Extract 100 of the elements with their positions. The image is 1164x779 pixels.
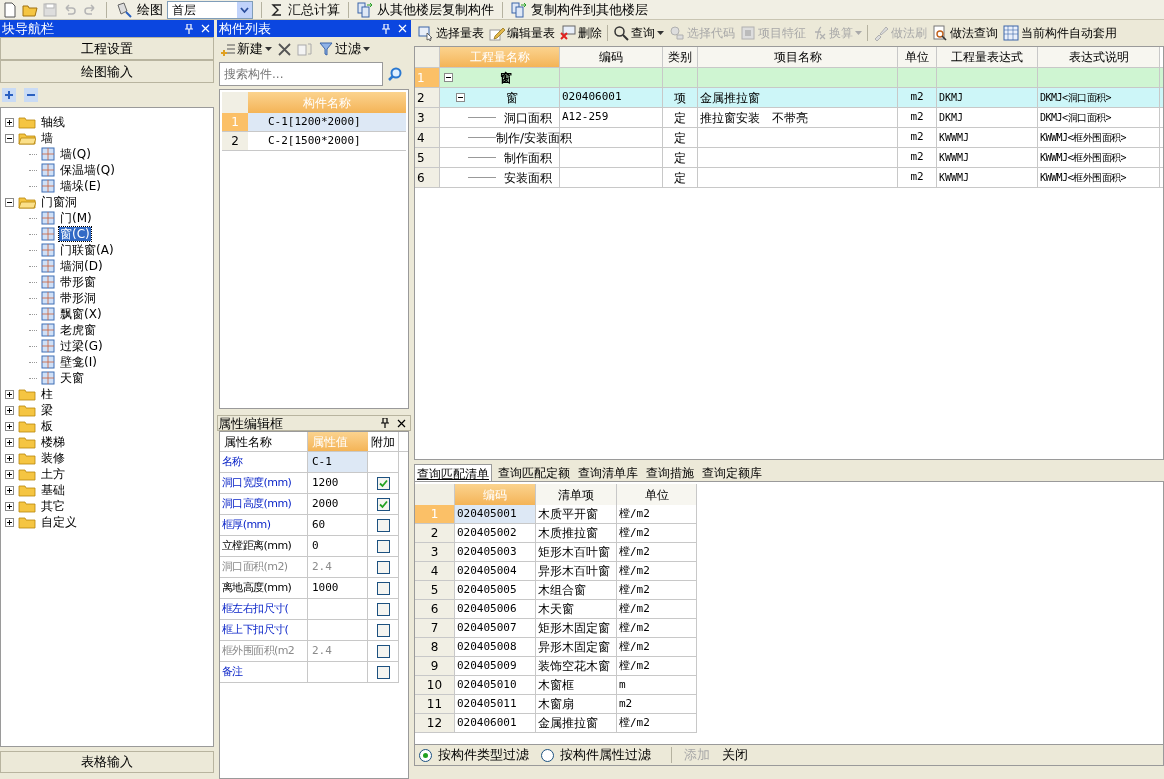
- tree-item[interactable]: 楼梯: [40, 435, 66, 449]
- property-value[interactable]: C-1: [308, 452, 368, 472]
- toolbar-button[interactable]: 选择量表: [418, 24, 484, 42]
- filter-radio[interactable]: 按构件属性过滤: [541, 745, 651, 765]
- section-button[interactable]: 工程设置: [0, 37, 214, 60]
- checkbox[interactable]: [376, 581, 390, 595]
- delete-icon[interactable]: [278, 42, 291, 56]
- tree-item[interactable]: 轴线: [40, 115, 66, 129]
- code-cell: 020405005: [455, 581, 536, 599]
- floor-select[interactable]: 首层: [167, 0, 253, 19]
- draw-button[interactable]: 绘图: [115, 0, 163, 20]
- radio-button[interactable]: [541, 748, 554, 762]
- section-button[interactable]: 绘图输入: [0, 60, 214, 83]
- expand-toggle[interactable]: [5, 421, 14, 431]
- collapse-toggle[interactable]: [5, 197, 14, 207]
- type-cell: 定: [663, 148, 698, 167]
- tree-item[interactable]: 柱: [40, 387, 54, 401]
- tree-item[interactable]: 墙洞(D): [59, 259, 104, 273]
- tree-item[interactable]: 梁: [40, 403, 54, 417]
- collapse-toggle[interactable]: [5, 133, 14, 143]
- search-icon[interactable]: [387, 66, 403, 82]
- tree-item[interactable]: 过梁(G): [59, 339, 104, 353]
- section-button[interactable]: 表格输入: [0, 751, 214, 773]
- property-value[interactable]: 1000: [308, 578, 368, 598]
- expand-toggle[interactable]: [5, 453, 14, 463]
- expand-toggle[interactable]: [5, 469, 14, 479]
- property-value[interactable]: 2000: [308, 494, 368, 514]
- tree-item[interactable]: 墙(Q): [59, 147, 92, 161]
- collapse-all-icon[interactable]: [24, 88, 38, 102]
- tab[interactable]: 查询清单库: [576, 464, 640, 481]
- checkbox[interactable]: [376, 476, 390, 490]
- expand-toggle[interactable]: [5, 517, 14, 527]
- tree-item[interactable]: 壁龛(I): [59, 355, 98, 369]
- tab[interactable]: 查询匹配定额: [496, 464, 572, 481]
- expand-toggle[interactable]: [5, 501, 14, 511]
- tree-item[interactable]: 板: [40, 419, 54, 433]
- tab[interactable]: 查询措施: [644, 464, 696, 481]
- tree-item[interactable]: 墙垛(E): [59, 179, 102, 193]
- checkbox[interactable]: [376, 539, 390, 553]
- toolbar-button[interactable]: 当前构件自动套用: [1003, 24, 1117, 42]
- tab[interactable]: 查询定额库: [700, 464, 764, 481]
- tree-item[interactable]: 自定义: [40, 515, 78, 529]
- radio-button[interactable]: [419, 748, 432, 762]
- checkbox[interactable]: [376, 497, 390, 511]
- property-value[interactable]: 0: [308, 536, 368, 556]
- tree-item[interactable]: 门联窗(A): [59, 243, 115, 257]
- tab[interactable]: 查询匹配清单: [414, 464, 492, 481]
- component-name[interactable]: C-1[1200*2000]: [248, 113, 406, 131]
- expand-toggle[interactable]: [5, 437, 14, 447]
- checkbox[interactable]: [376, 518, 390, 532]
- collapse-toggle[interactable]: [444, 73, 453, 82]
- tree-item[interactable]: 老虎窗: [59, 323, 97, 337]
- tree-item[interactable]: 窗(C): [59, 227, 91, 241]
- panel-title: 构件列表: [219, 22, 271, 35]
- tree-item[interactable]: 带形窗: [59, 275, 97, 289]
- component-name[interactable]: C-2[1500*2000]: [248, 132, 406, 150]
- toolbar-button[interactable]: 做法查询: [932, 24, 998, 42]
- close-icon[interactable]: [397, 418, 406, 428]
- toolbar-button[interactable]: 查询: [613, 24, 664, 42]
- tree-item[interactable]: 带形洞: [59, 291, 97, 305]
- filter-button[interactable]: 过滤: [319, 39, 370, 59]
- expand-toggle[interactable]: [5, 405, 14, 415]
- property-value[interactable]: 60: [308, 515, 368, 535]
- toolbar-button[interactable]: 删除: [560, 24, 602, 42]
- checkbox[interactable]: [376, 644, 390, 658]
- tree-item[interactable]: 保温墙(Q): [59, 163, 116, 177]
- component-icon: [41, 163, 55, 177]
- tree-item[interactable]: 飘窗(X): [59, 307, 103, 321]
- magnifier-document-icon: [932, 25, 948, 41]
- expand-all-icon[interactable]: [2, 88, 16, 102]
- toolbar-button[interactable]: 汇总计算: [270, 0, 340, 20]
- pin-icon[interactable]: [381, 418, 389, 428]
- new-file-icon[interactable]: [2, 1, 18, 18]
- tree-item[interactable]: 门(M): [59, 211, 93, 225]
- checkbox[interactable]: [376, 623, 390, 637]
- toolbar-button[interactable]: 编辑量表: [489, 24, 555, 42]
- tree-item[interactable]: 土方: [40, 467, 66, 481]
- checkbox[interactable]: [376, 602, 390, 616]
- tree-item[interactable]: 墙: [40, 131, 54, 145]
- tree-item[interactable]: 天窗: [59, 371, 85, 385]
- tree-item[interactable]: 装修: [40, 451, 66, 465]
- search-field[interactable]: 搜索构件...: [219, 62, 383, 86]
- expand-toggle[interactable]: [5, 485, 14, 495]
- code-cell: 020406001: [560, 88, 663, 107]
- checkbox[interactable]: [376, 665, 390, 679]
- tree-item[interactable]: 其它: [40, 499, 66, 513]
- expand-toggle[interactable]: [5, 389, 14, 399]
- tree-item[interactable]: 基础: [40, 483, 66, 497]
- description-cell: KWWMJ<框外围面积>: [1038, 148, 1160, 167]
- expand-toggle[interactable]: [5, 117, 14, 127]
- tree-item[interactable]: 门窗洞: [40, 195, 78, 209]
- new-button[interactable]: 新建: [221, 39, 272, 59]
- component-icon: [41, 259, 55, 273]
- filter-radio[interactable]: 按构件类型过滤: [419, 745, 529, 765]
- collapse-toggle[interactable]: [456, 93, 465, 102]
- toolbar-button[interactable]: 从其他楼层复制构件: [357, 0, 494, 20]
- property-value[interactable]: 1200: [308, 473, 368, 493]
- panel-button[interactable]: 关闭: [722, 745, 748, 765]
- checkbox[interactable]: [376, 560, 390, 574]
- toolbar-button[interactable]: 复制构件到其他楼层: [511, 0, 648, 20]
